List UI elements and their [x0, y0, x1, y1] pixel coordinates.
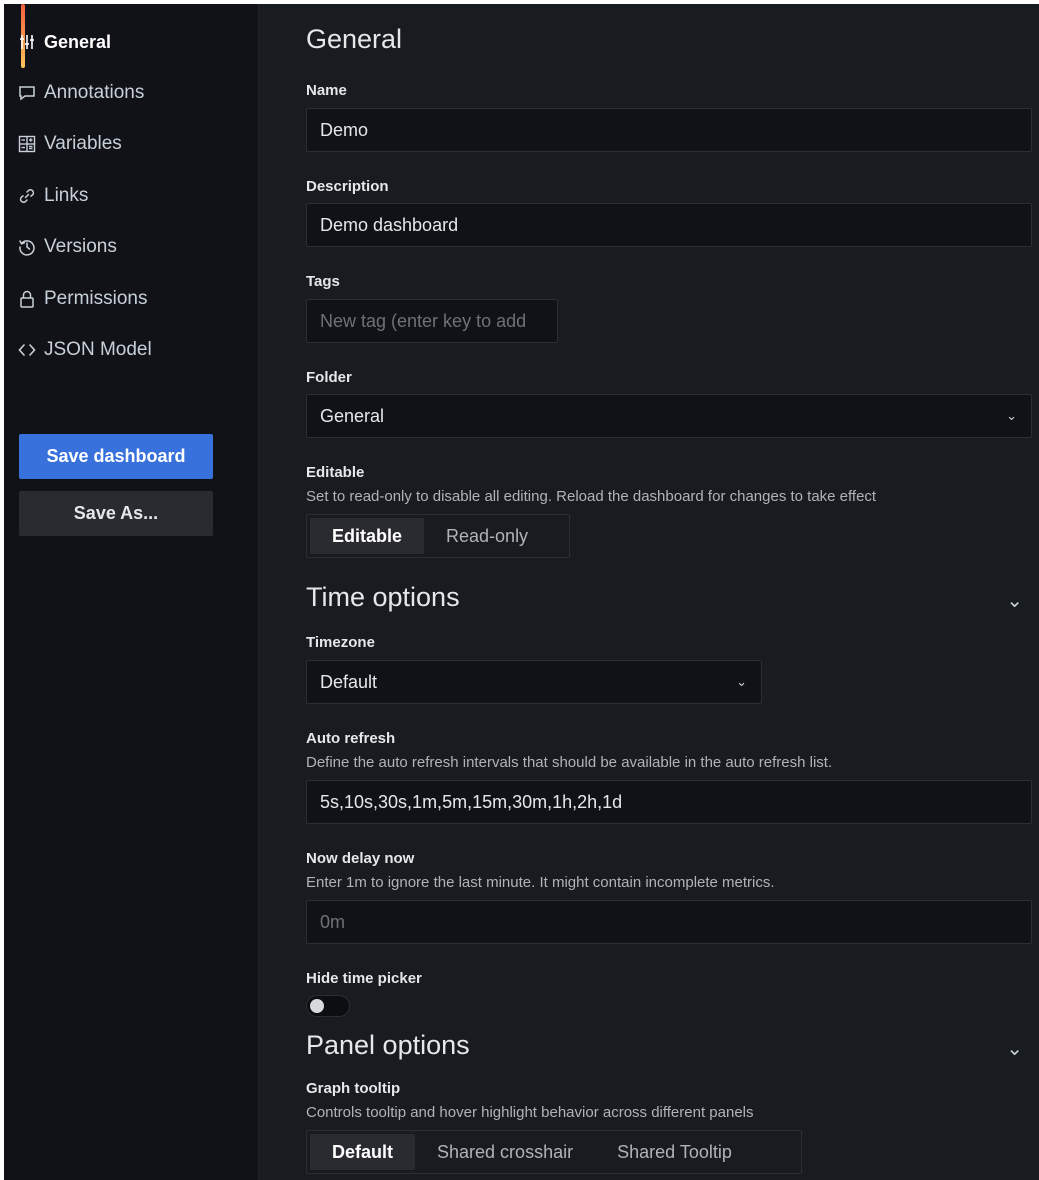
- auto-refresh-label: Auto refresh: [306, 730, 396, 747]
- dashboard-settings: General Annotations Variables Links Vers: [4, 4, 1039, 1180]
- folder-value: General: [320, 405, 385, 426]
- chevron-down-icon[interactable]: ⌄: [1006, 1036, 1023, 1061]
- name-label: Name: [306, 82, 347, 99]
- name-input[interactable]: Demo: [306, 108, 1032, 152]
- time-options-heading[interactable]: Time options: [306, 582, 460, 613]
- shared-tooltip-option[interactable]: Shared Tooltip: [595, 1134, 754, 1170]
- link-icon: [16, 187, 38, 205]
- save-dashboard-button[interactable]: Save dashboard: [19, 434, 213, 479]
- shared-crosshair-option[interactable]: Shared crosshair: [415, 1134, 595, 1170]
- editable-description: Set to read-only to disable all editing.…: [306, 488, 877, 505]
- now-delay-input[interactable]: 0m: [306, 900, 1032, 944]
- editable-radio-group: Editable Read-only: [306, 514, 570, 558]
- sidebar-item-label: Annotations: [44, 82, 145, 103]
- graph-tooltip-radio-group: Default Shared crosshair Shared Tooltip: [306, 1130, 802, 1174]
- sidebar-item-general[interactable]: General: [16, 22, 246, 62]
- sidebar-item-label: Versions: [44, 236, 117, 257]
- graph-tooltip-label: Graph tooltip: [306, 1080, 401, 1097]
- sidebar-item-links[interactable]: Links: [16, 176, 246, 216]
- sidebar-item-versions[interactable]: Versions: [16, 227, 246, 267]
- sidebar-item-variables[interactable]: Variables: [16, 124, 246, 164]
- hide-time-picker-toggle[interactable]: [306, 995, 350, 1017]
- now-delay-description: Enter 1m to ignore the last minute. It m…: [306, 874, 775, 891]
- sidebar-item-permissions[interactable]: Permissions: [16, 279, 246, 319]
- description-label: Description: [306, 178, 389, 195]
- page-title: General: [306, 24, 403, 54]
- sidebar-item-json-model[interactable]: JSON Model: [16, 330, 246, 370]
- sliders-icon: [16, 34, 38, 50]
- sidebar-item-label: Permissions: [44, 288, 148, 309]
- lock-icon: [16, 290, 38, 308]
- tags-label: Tags: [306, 273, 340, 290]
- auto-refresh-input[interactable]: 5s,10s,30s,1m,5m,15m,30m,1h,2h,1d: [306, 780, 1032, 824]
- read-only-option[interactable]: Read-only: [424, 518, 550, 554]
- editable-option[interactable]: Editable: [310, 518, 425, 554]
- sidebar-item-label: General: [44, 31, 112, 52]
- settings-main: General Name Demo Description Demo dashb…: [306, 4, 1039, 1180]
- graph-tooltip-description: Controls tooltip and hover highlight beh…: [306, 1104, 754, 1121]
- description-input[interactable]: Demo dashboard: [306, 203, 1032, 247]
- hide-time-picker-label: Hide time picker: [306, 970, 422, 987]
- panel-options-heading[interactable]: Panel options: [306, 1030, 470, 1061]
- timezone-label: Timezone: [306, 634, 375, 651]
- comment-icon: [16, 85, 38, 101]
- code-icon: [16, 343, 38, 357]
- tags-input[interactable]: New tag (enter key to add: [306, 299, 558, 343]
- chevron-down-icon: ⌄: [736, 674, 747, 689]
- tooltip-default-option[interactable]: Default: [310, 1134, 416, 1170]
- editable-label: Editable: [306, 464, 365, 481]
- chevron-down-icon[interactable]: ⌄: [1006, 588, 1023, 613]
- timezone-select[interactable]: Default ⌄: [306, 660, 762, 704]
- calculator-icon: [16, 135, 38, 153]
- sidebar-item-label: JSON Model: [44, 339, 152, 360]
- toggle-knob: [310, 999, 324, 1013]
- folder-label: Folder: [306, 369, 352, 386]
- auto-refresh-description: Define the auto refresh intervals that s…: [306, 754, 833, 771]
- history-icon: [16, 238, 38, 256]
- sidebar-item-label: Links: [44, 185, 89, 206]
- now-delay-label: Now delay now: [306, 850, 415, 867]
- folder-select[interactable]: General ⌄: [306, 394, 1032, 438]
- sidebar-item-annotations[interactable]: Annotations: [16, 73, 246, 113]
- timezone-value: Default: [320, 671, 378, 692]
- save-as-button[interactable]: Save As...: [19, 491, 213, 536]
- settings-sidebar: General Annotations Variables Links Vers: [4, 4, 259, 1180]
- sidebar-item-label: Variables: [44, 133, 122, 154]
- chevron-down-icon: ⌄: [1006, 408, 1017, 423]
